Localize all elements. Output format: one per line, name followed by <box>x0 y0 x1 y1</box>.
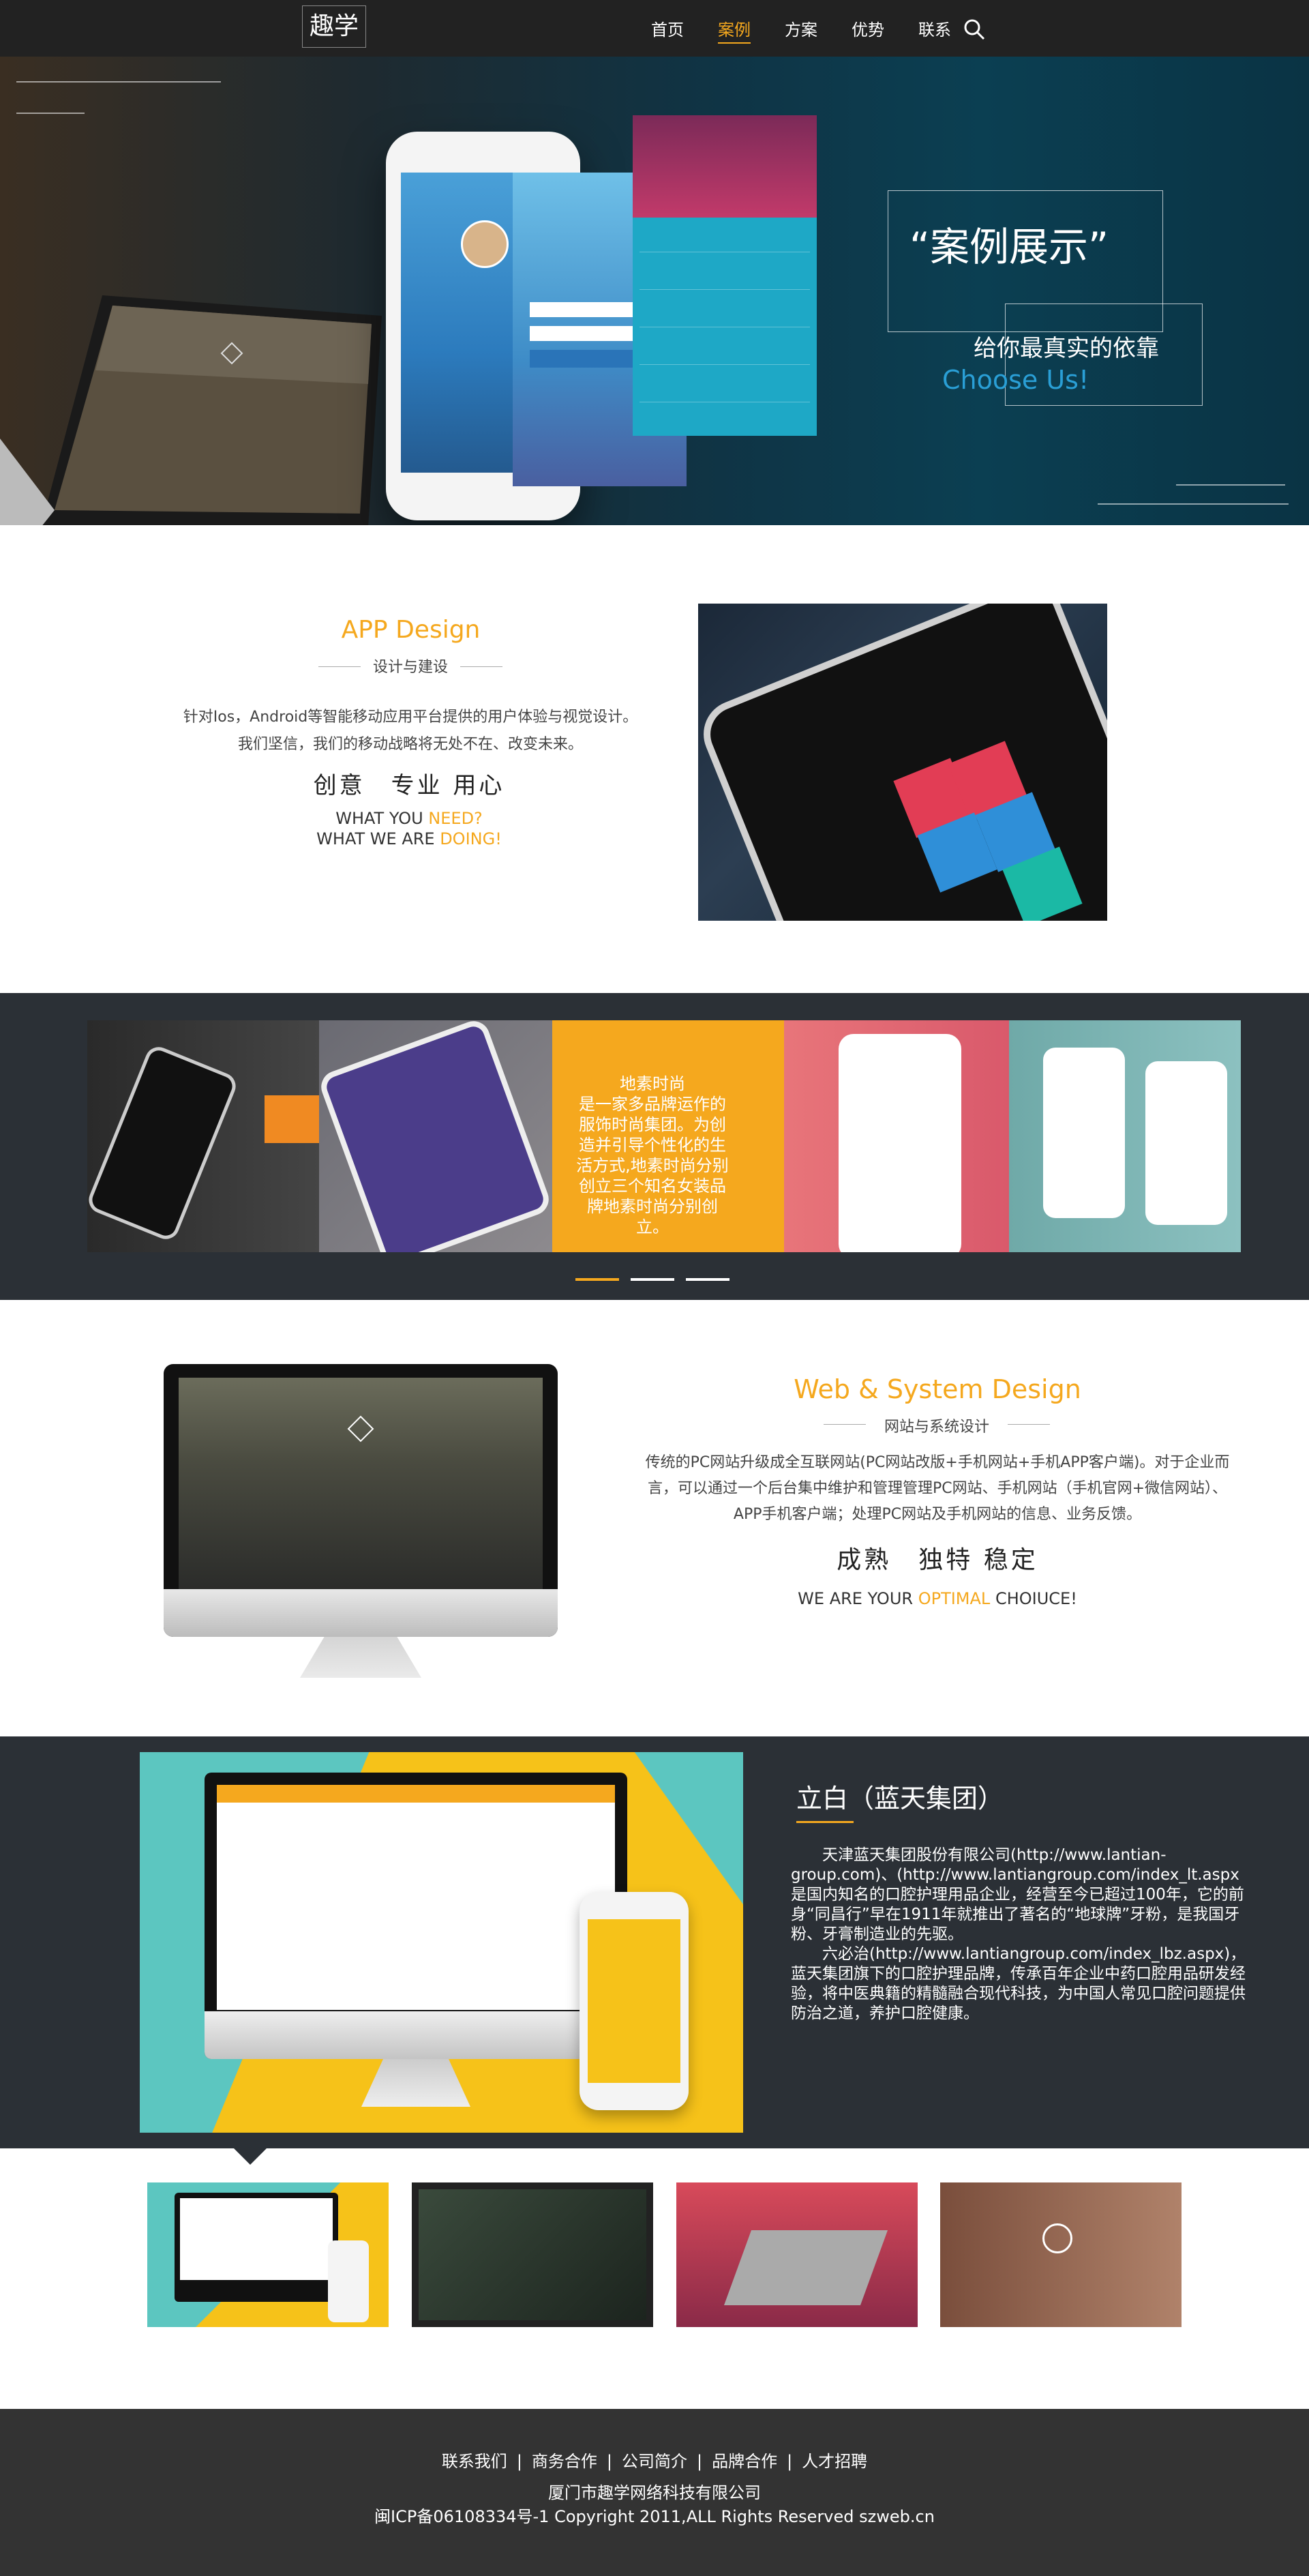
carousel-item[interactable] <box>319 1020 552 1252</box>
footer-company: 厦门市趣学网络科技有限公司 <box>548 2483 761 2502</box>
monitor-mockup <box>205 1773 627 2114</box>
laptop-image <box>0 295 382 525</box>
hero-banner: “案例展示” 给你最真实的依靠 Choose Us! <box>0 57 1309 525</box>
app-slogan: 创意 专业 用心 <box>313 772 505 799</box>
imac-screen <box>179 1378 543 1589</box>
case-title-underline <box>796 1821 854 1823</box>
case-paragraph: 六必治(http://www.lantiangroup.com/index_lb… <box>791 1945 1246 2022</box>
nav-link-contact[interactable]: 联系 <box>918 16 951 44</box>
footer-link-brand[interactable]: 品牌合作 <box>712 2452 777 2471</box>
what-text: WHAT WE ARE <box>316 829 440 848</box>
app-design-desc: 针对Ios，Android等智能移动应用平台提供的用户体验与视觉设计。 我们坚信… <box>170 704 650 758</box>
app-showcase-image <box>698 604 1107 921</box>
app-screen-music <box>633 115 817 436</box>
hero-deco-line <box>16 113 85 114</box>
carousel-dot-1[interactable] <box>575 1278 619 1281</box>
carousel-item[interactable] <box>87 1020 319 1252</box>
footer-copyright: 闽ICP备06108334号-1 Copyright 2011,ALL Righ… <box>374 2507 935 2526</box>
web-what: WE ARE YOUR OPTIMAL CHOIUCE! <box>733 1589 1142 1608</box>
case-image <box>140 1752 743 2133</box>
nav-link-home[interactable]: 首页 <box>651 16 684 44</box>
what-accent: OPTIMAL <box>918 1589 991 1608</box>
footer-link-about[interactable]: 公司简介 <box>622 2452 687 2471</box>
case-description: 天津蓝天集团股份有限公司(http://www.lantian-group.co… <box>791 1846 1254 2024</box>
case-pointer-arrow <box>234 2148 267 2165</box>
what-text: WE ARE YOUR <box>798 1589 918 1608</box>
divider <box>460 666 502 667</box>
web-slogan: 成熟 独特 稳定 <box>837 1546 1038 1574</box>
nav-link-solutions[interactable]: 方案 <box>785 16 817 44</box>
case-thumbnail-3[interactable] <box>676 2182 918 2327</box>
app-design-subtitle: 设计与建设 <box>372 659 448 676</box>
search-icon[interactable] <box>963 18 986 41</box>
footer-links: 联系我们 | 商务合作 | 公司简介 | 品牌合作 | 人才招聘 <box>441 2452 868 2471</box>
hero-choose-text: Choose Us! <box>942 365 1089 395</box>
nav-link-advantages[interactable]: 优势 <box>852 16 884 44</box>
what-accent: NEED? <box>428 809 483 828</box>
carousel-dot-3[interactable] <box>686 1278 729 1281</box>
case-paragraph: 天津蓝天集团股份有限公司(http://www.lantian-group.co… <box>791 1846 1244 1943</box>
app-what-we: WHAT WE ARE DOING! <box>239 829 580 848</box>
carousel-item-text: 地素时尚 是一家多品牌运作的服饰时尚集团。为创造并引导个性化的生活方式,地素时尚… <box>576 1074 729 1237</box>
avatar <box>461 220 509 268</box>
what-accent: DOING! <box>440 829 502 848</box>
footer-link-business[interactable]: 商务合作 <box>532 2452 597 2471</box>
carousel-item[interactable] <box>1009 1020 1241 1252</box>
hero-deco-line <box>16 81 221 83</box>
app-desc-line: 针对Ios，Android等智能移动应用平台提供的用户体验与视觉设计。 <box>183 709 638 726</box>
web-design-title: Web & System Design <box>794 1374 1081 1404</box>
nav-link-cases[interactable]: 案例 <box>718 16 751 44</box>
carousel-item[interactable] <box>784 1020 1009 1252</box>
app-what-you: WHAT YOU NEED? <box>239 809 580 828</box>
carousel-dot-2[interactable] <box>631 1278 674 1281</box>
top-nav: 趣学 首页 案例 方案 优势 联系 <box>0 0 1309 57</box>
hero-deco-line <box>1176 484 1285 486</box>
what-text: CHOIUCE! <box>990 1589 1077 1608</box>
case-thumbnail-1[interactable] <box>147 2182 389 2327</box>
diamond-logo-icon <box>347 1415 374 1442</box>
footer-link-jobs[interactable]: 人才招聘 <box>802 2452 867 2471</box>
hero-deco-line <box>1098 503 1289 505</box>
case-thumbnail-4[interactable] <box>940 2182 1182 2327</box>
web-design-subtitle: 网站与系统设计 <box>884 1419 989 1436</box>
app-desc-line: 我们坚信，我们的移动战略将无处不在、改变未来。 <box>237 736 583 753</box>
imac-mockup <box>164 1364 558 1678</box>
hero-subtitle: 给你最真实的依靠 <box>974 335 1159 362</box>
case-title: 立白（蓝天集团） <box>796 1783 1004 1813</box>
phone-mockup <box>580 1892 689 2110</box>
footer-link-contact[interactable]: 联系我们 <box>442 2452 507 2471</box>
web-design-desc: 传统的PC网站升级成全互联网站(PC网站改版+手机网站+手机APP客户端)。对于… <box>645 1454 1230 1523</box>
divider <box>1008 1424 1050 1425</box>
nav-links: 首页 案例 方案 优势 联系 <box>651 16 985 44</box>
case-thumbnail-2[interactable] <box>412 2182 653 2327</box>
hero-title: “案例展示” <box>909 224 1109 270</box>
site-logo[interactable]: 趣学 <box>302 5 366 48</box>
what-text: WHAT YOU <box>335 809 429 828</box>
